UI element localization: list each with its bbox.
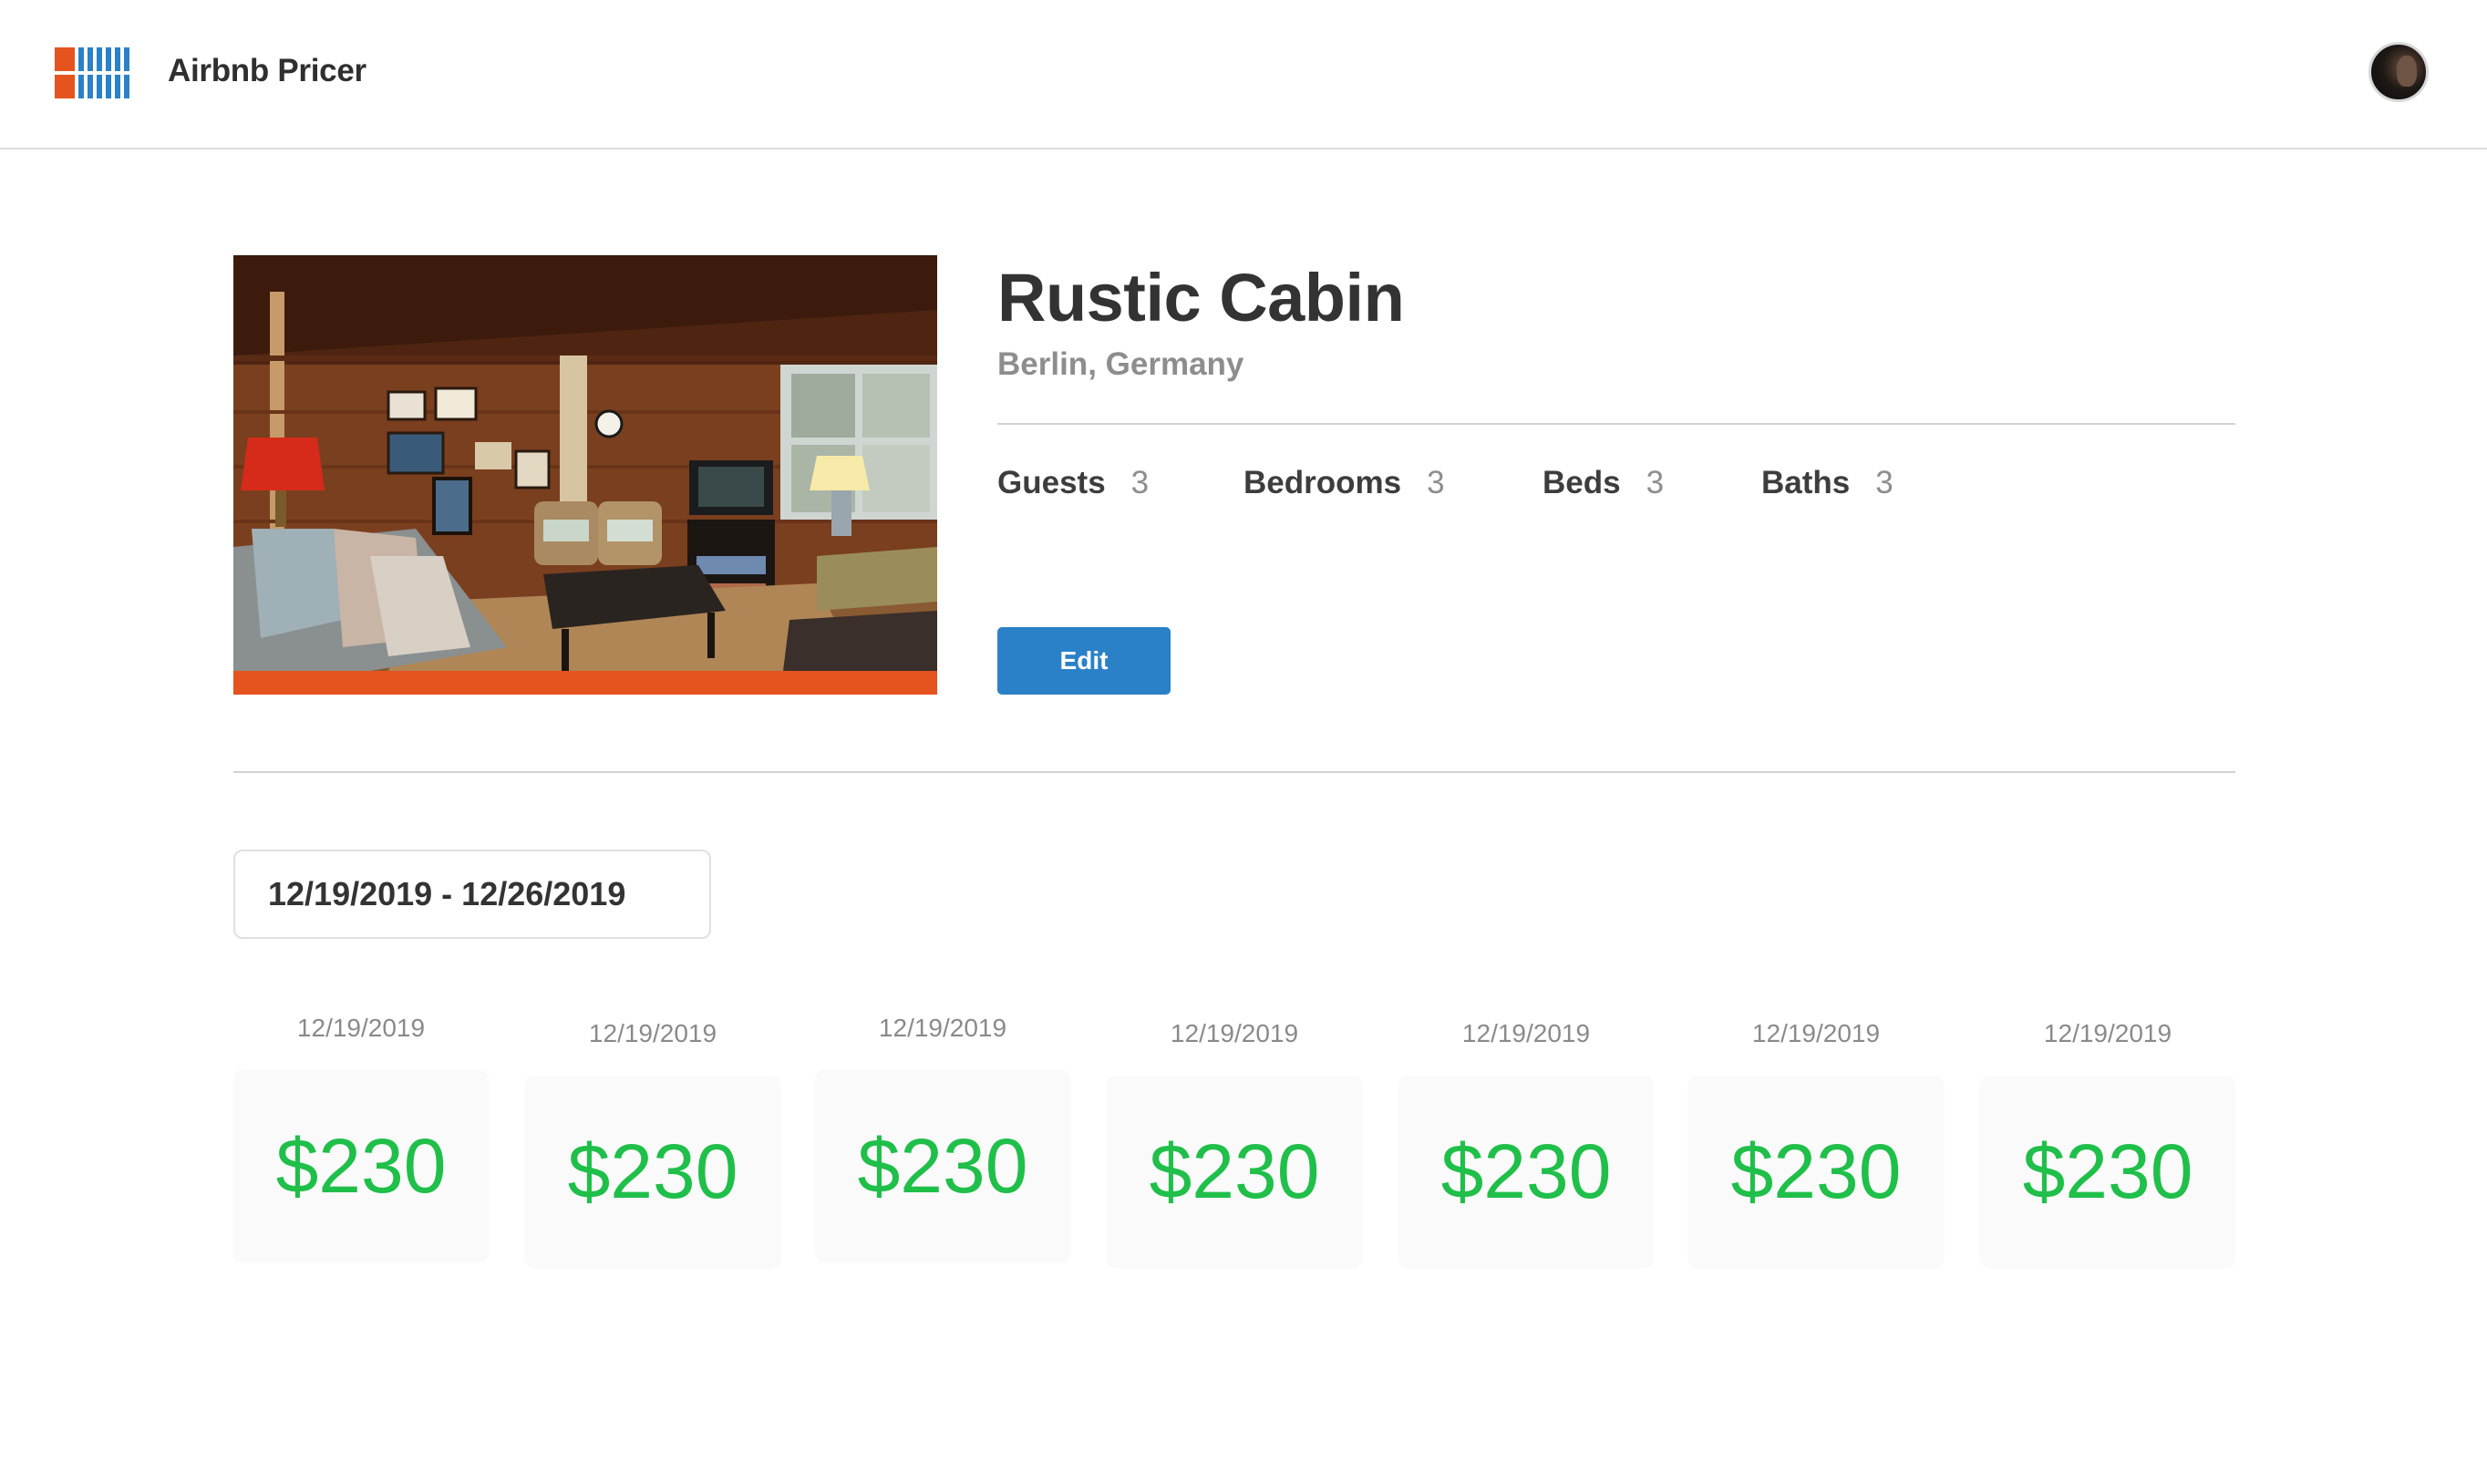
stat-value: 3 bbox=[1130, 465, 1150, 500]
app-title[interactable]: Airbnb Pricer bbox=[168, 53, 366, 89]
stat-label: Guests bbox=[997, 465, 1106, 500]
app-logo-icon[interactable] bbox=[55, 46, 129, 100]
price-card[interactable]: $230 bbox=[815, 1070, 1070, 1262]
app-header: Airbnb Pricer bbox=[0, 0, 2487, 149]
listing-photo bbox=[233, 255, 937, 695]
stat-guests: Guests 3 bbox=[997, 465, 1149, 501]
listing-title: Rustic Cabin bbox=[997, 260, 1405, 335]
stat-beds: Beds 3 bbox=[1543, 465, 1664, 501]
price-card[interactable]: $230 bbox=[1980, 1076, 2235, 1267]
stat-baths: Baths 3 bbox=[1761, 465, 1894, 501]
price-card[interactable]: $230 bbox=[233, 1070, 489, 1262]
price-date: 12/19/2019 bbox=[1461, 1019, 1591, 1047]
price-date: 12/19/2019 bbox=[2043, 1019, 2172, 1047]
price-card[interactable]: $230 bbox=[1107, 1076, 1362, 1267]
stat-value: 3 bbox=[1646, 465, 1665, 500]
listing-location: Berlin, Germany bbox=[997, 346, 1244, 382]
date-range-picker[interactable]: 12/19/2019 - 12/26/2019 bbox=[233, 850, 711, 939]
stat-label: Beds bbox=[1543, 465, 1621, 500]
stat-bedrooms: Bedrooms 3 bbox=[1244, 465, 1445, 501]
price-card[interactable]: $230 bbox=[1398, 1076, 1654, 1267]
stat-label: Bedrooms bbox=[1244, 465, 1402, 500]
price-date: 12/19/2019 bbox=[1170, 1019, 1299, 1047]
price-date: 12/19/2019 bbox=[1751, 1019, 1881, 1047]
divider bbox=[997, 423, 2235, 425]
divider bbox=[233, 771, 2235, 773]
edit-button[interactable]: Edit bbox=[997, 627, 1171, 695]
price-card[interactable]: $230 bbox=[525, 1076, 780, 1267]
price-date: 12/19/2019 bbox=[588, 1019, 717, 1047]
stat-label: Baths bbox=[1761, 465, 1851, 500]
user-avatar-icon[interactable] bbox=[2368, 42, 2429, 102]
price-date: 12/19/2019 bbox=[878, 1014, 1007, 1042]
price-date: 12/19/2019 bbox=[296, 1014, 426, 1042]
stat-value: 3 bbox=[1427, 465, 1445, 500]
photo-accent-stripe bbox=[233, 671, 937, 695]
price-card[interactable]: $230 bbox=[1688, 1076, 1944, 1267]
stat-value: 3 bbox=[1875, 465, 1894, 500]
